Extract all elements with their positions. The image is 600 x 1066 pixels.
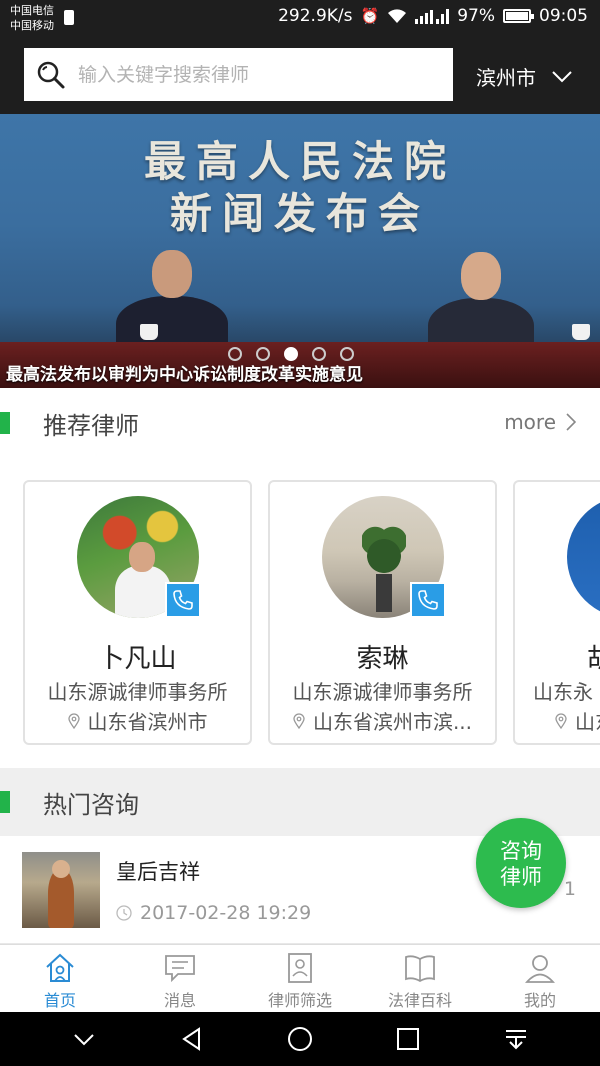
lawyer-avatar-wrap	[567, 496, 600, 618]
search-input[interactable]	[78, 63, 438, 86]
location-pin-icon	[293, 712, 305, 729]
banner-cup	[572, 324, 590, 340]
tab-law-encyclopedia[interactable]: 法律百科	[360, 945, 480, 1012]
home-circle-icon[interactable]	[287, 1026, 313, 1052]
location-pin-icon	[555, 712, 567, 729]
carousel-dot[interactable]	[340, 347, 354, 361]
fab-line-2: 律师	[500, 865, 542, 889]
home-icon	[46, 953, 74, 982]
lawyer-name: 索琳	[356, 644, 409, 674]
banner-headline-2: 新闻发布会	[169, 189, 430, 238]
location-text: 山东	[575, 710, 600, 734]
fab-line-1: 咨询	[500, 839, 542, 863]
carrier-2: 中国移动	[10, 19, 54, 32]
banner-caption: 最高法发布以审判为中心诉讼制度改革实施意见	[6, 365, 363, 385]
carousel-dot[interactable]	[228, 347, 242, 361]
profile-icon	[525, 955, 555, 983]
battery-icon	[503, 9, 534, 23]
banner-carousel[interactable]: 最高人民法院 新闻发布会 最高法发布以审判为中心诉讼制度改革实施意见	[0, 114, 600, 388]
phone-icon	[418, 590, 438, 610]
lawyer-card[interactable]: 索琳 山东源诚律师事务所 山东省滨州市滨...	[268, 480, 497, 745]
consult-lawyer-fab[interactable]: 咨询 律师	[476, 818, 566, 908]
chevron-right-icon	[566, 413, 576, 431]
lawyer-filter-icon	[288, 953, 312, 983]
location-text: 山东省滨州市	[87, 710, 208, 734]
lawyer-firm: 山东源诚律师事务所	[47, 680, 228, 704]
notification-pulldown-icon[interactable]	[503, 1026, 529, 1052]
search-header: 滨州市	[0, 36, 600, 114]
carousel-dot[interactable]	[312, 347, 326, 361]
carrier-names: 中国电信 中国移动	[10, 3, 54, 33]
clock-icon	[116, 905, 132, 921]
lawyer-location: 山东省滨州市滨...	[270, 706, 495, 735]
consult-time: 2017-02-28 19:29	[116, 902, 311, 924]
consult-time-text: 2017-02-28 19:29	[140, 902, 312, 924]
lawyer-firm: 山东永	[533, 680, 593, 704]
lawyer-location: 山东	[555, 706, 600, 735]
carousel-dot[interactable]	[256, 347, 270, 361]
lawyer-avatar-wrap	[322, 496, 446, 618]
lawyer-location: 山东省滨州市	[25, 706, 250, 735]
section-marker	[0, 412, 10, 434]
tab-label: 消息	[163, 991, 196, 1010]
lawyer-card[interactable]: 胡 山东永 山东	[513, 480, 600, 745]
section-marker	[0, 791, 10, 813]
city-label: 滨州市	[476, 66, 536, 90]
book-icon	[405, 955, 435, 983]
carousel-dots	[228, 347, 354, 361]
android-nav-bar	[0, 1012, 600, 1066]
search-icon[interactable]	[36, 60, 66, 90]
avatar	[567, 496, 600, 618]
tab-profile[interactable]: 我的	[480, 945, 600, 1012]
tab-label: 首页	[43, 991, 76, 1010]
lawyer-card[interactable]: 卜凡山 山东源诚律师事务所 山东省滨州市	[23, 480, 252, 745]
battery-percent: 97%	[457, 6, 495, 26]
lawyer-name: 胡	[587, 638, 600, 675]
net-speed: 292.9K/s	[278, 6, 353, 26]
phone-call-button[interactable]	[165, 582, 201, 618]
tab-home[interactable]: 首页	[0, 945, 120, 1012]
lawyer-firm: 山东源诚律师事务所	[292, 680, 473, 704]
bottom-tab-bar: 首页 消息 律师筛选 法律百科 我的	[0, 944, 600, 1012]
tab-label: 法律百科	[387, 991, 452, 1010]
signal-icon	[415, 9, 450, 24]
alarm-icon: ⏰	[360, 7, 380, 25]
recommend-section-header: 推荐律师 more	[0, 388, 600, 458]
more-link[interactable]: more	[504, 410, 576, 434]
search-box[interactable]	[24, 48, 453, 101]
back-icon[interactable]	[179, 1026, 205, 1052]
tab-lawyer-filter[interactable]: 律师筛选	[240, 945, 360, 1012]
clock-time: 09:05	[539, 6, 588, 26]
chevron-down-icon	[552, 70, 572, 82]
consult-thumbnail	[22, 852, 100, 928]
message-icon	[165, 955, 195, 983]
recommend-title: 推荐律师	[43, 411, 139, 440]
tab-label: 律师筛选	[267, 991, 332, 1010]
lawyer-name: 卜凡山	[98, 644, 177, 674]
consult-title: 皇后吉祥	[116, 860, 200, 884]
sim-notification-icon	[64, 10, 74, 25]
tab-label: 我的	[523, 991, 556, 1010]
location-text: 山东省滨州市滨...	[312, 710, 473, 734]
status-indicators: 292.9K/s ⏰ 97% 09:05	[278, 6, 588, 26]
phone-icon	[173, 590, 193, 610]
more-label: more	[504, 410, 556, 434]
banner-cup	[140, 324, 158, 340]
hot-title: 热门咨询	[43, 790, 139, 819]
carousel-dot[interactable]	[284, 347, 298, 361]
carrier-1: 中国电信	[10, 4, 54, 17]
location-pin-icon	[67, 712, 80, 729]
city-selector[interactable]: 滨州市	[476, 62, 572, 91]
recents-icon[interactable]	[395, 1026, 421, 1052]
wifi-icon	[388, 9, 407, 23]
phone-call-button[interactable]	[410, 582, 446, 618]
status-bar: 中国电信 中国移动 292.9K/s ⏰ 97% 09:05	[0, 0, 600, 36]
lawyer-avatar-wrap	[77, 496, 201, 618]
chevron-down-icon[interactable]	[71, 1026, 97, 1052]
tab-messages[interactable]: 消息	[120, 945, 240, 1012]
